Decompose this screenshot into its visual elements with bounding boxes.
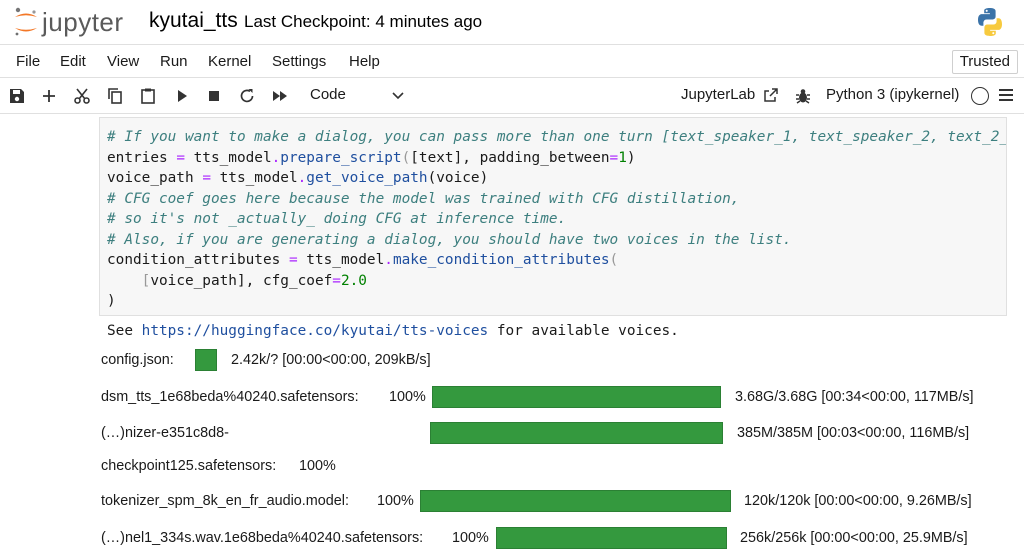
code-line-5: # so it's not _actually_ doing CFG at in… bbox=[107, 211, 567, 227]
code-line-7: condition_attributes = tts_model.make_co… bbox=[107, 252, 619, 268]
menu-run[interactable]: Run bbox=[160, 53, 188, 70]
download-label: config.json: bbox=[101, 352, 174, 368]
download-percent: 100% bbox=[377, 493, 414, 509]
stop-button[interactable] bbox=[203, 85, 225, 107]
external-link-icon[interactable] bbox=[763, 87, 779, 103]
download-percent: 100% bbox=[452, 530, 489, 546]
cut-icon bbox=[74, 88, 90, 104]
download-row-tokenizer-e351: (…)nizer-e351c8d8- 385M/385M [00:03<00:0… bbox=[101, 422, 1011, 446]
last-checkpoint: Last Checkpoint: 4 minutes ago bbox=[244, 12, 483, 31]
download-label: (…)nel1_334s.wav.1e68beda%40240.safetens… bbox=[101, 530, 424, 546]
stop-icon bbox=[209, 91, 219, 101]
download-progress-bar bbox=[195, 349, 217, 371]
notebook-toolbar: Code JupyterLab Python 3 (ipykernel) bbox=[0, 78, 1024, 114]
notebook-header: jupyter kyutai_tts Last Checkpoint: 4 mi… bbox=[0, 0, 1024, 44]
restart-icon bbox=[240, 89, 254, 103]
menu-help[interactable]: Help bbox=[349, 53, 380, 70]
download-stats: 256k/256k [00:00<00:00, 25.9MB/s] bbox=[740, 530, 968, 546]
run-icon bbox=[178, 90, 187, 102]
jupyter-logo[interactable]: jupyter bbox=[12, 4, 142, 40]
add-cell-button[interactable] bbox=[38, 85, 60, 107]
trusted-indicator[interactable]: Trusted bbox=[951, 50, 1018, 74]
restart-button[interactable] bbox=[236, 85, 258, 107]
kernel-idle-icon bbox=[971, 87, 989, 105]
see-suffix: for available voices. bbox=[488, 323, 679, 339]
see-prefix: See bbox=[107, 323, 142, 339]
code-line-1: # If you want to make a dialog, you can … bbox=[107, 129, 1006, 145]
menu-view[interactable]: View bbox=[107, 53, 139, 70]
logo-text: jupyter bbox=[42, 6, 124, 37]
cell-type-select[interactable]: Code bbox=[310, 86, 346, 103]
download-stats: 385M/385M [00:03<00:00, 116MB/s] bbox=[737, 425, 970, 441]
code-line-8: [voice_path], cfg_coef=2.0 bbox=[141, 272, 367, 289]
menu-settings[interactable]: Settings bbox=[272, 53, 326, 70]
paste-button[interactable] bbox=[137, 85, 159, 107]
code-cell-input[interactable]: # If you want to make a dialog, you can … bbox=[99, 117, 1007, 316]
download-label: checkpoint125.safetensors: bbox=[101, 458, 277, 474]
download-row-dsm-tts: dsm_tts_1e68beda%40240.safetensors: 100%… bbox=[101, 386, 1011, 410]
code-line-6: # Also, if you are generating a dialog, … bbox=[107, 231, 792, 248]
download-row-tokenizer-spm: tokenizer_spm_8k_en_fr_audio.model: 100%… bbox=[101, 490, 1011, 514]
download-progress-bar bbox=[432, 386, 721, 408]
fast-forward-icon bbox=[273, 91, 287, 101]
download-row-voice-wav: (…)nel1_334s.wav.1e68beda%40240.safetens… bbox=[101, 527, 1011, 551]
bug-icon[interactable] bbox=[794, 87, 812, 105]
download-label: dsm_tts_1e68beda%40240.safetensors: bbox=[101, 389, 359, 405]
download-stats: 120k/120k [00:00<00:00, 9.26MB/s] bbox=[744, 493, 972, 509]
download-progress-bar bbox=[420, 490, 731, 512]
chevron-down-icon[interactable] bbox=[391, 91, 405, 101]
code-line-3: voice_path = tts_model.get_voice_path(vo… bbox=[107, 170, 489, 186]
save-icon bbox=[10, 89, 24, 103]
download-progress-bar bbox=[496, 527, 727, 549]
notebook-title[interactable]: kyutai_tts bbox=[149, 9, 238, 33]
download-label: (…)nizer-e351c8d8- bbox=[101, 425, 229, 441]
download-stats: 3.68G/3.68G [00:34<00:00, 117MB/s] bbox=[735, 389, 974, 405]
download-stats: 2.42k/? [00:00<00:00, 209kB/s] bbox=[231, 352, 431, 368]
copy-button[interactable] bbox=[104, 85, 126, 107]
download-percent: 100% bbox=[299, 458, 336, 474]
download-row-config: config.json: 2.42k/? [00:00<00:00, 209kB… bbox=[101, 349, 1001, 373]
python-logo-icon bbox=[978, 8, 1002, 36]
download-row-checkpoint125: checkpoint125.safetensors: 100% bbox=[101, 455, 501, 479]
code-line-4: # CFG coef goes here because the model w… bbox=[107, 190, 740, 207]
kernel-name[interactable]: Python 3 (ipykernel) bbox=[826, 86, 959, 103]
menu-edit[interactable]: Edit bbox=[60, 53, 86, 70]
download-progress-bar bbox=[430, 422, 723, 444]
tts-voices-link[interactable]: https://huggingface.co/kyutai/tts-voices bbox=[142, 323, 489, 339]
code-line-2: entries = tts_model.prepare_script([text… bbox=[107, 149, 636, 166]
code-editor[interactable]: # If you want to make a dialog, you can … bbox=[107, 127, 1006, 312]
copy-icon bbox=[108, 88, 122, 104]
add-icon bbox=[43, 90, 55, 102]
run-button[interactable] bbox=[171, 85, 193, 107]
save-button[interactable] bbox=[6, 85, 28, 107]
restart-run-all-button[interactable] bbox=[269, 85, 291, 107]
menu-kernel[interactable]: Kernel bbox=[208, 53, 251, 70]
menu-icon[interactable] bbox=[998, 88, 1014, 102]
menu-file[interactable]: File bbox=[16, 53, 40, 70]
download-percent: 100% bbox=[389, 389, 426, 405]
cut-button[interactable] bbox=[71, 85, 93, 107]
paste-icon bbox=[141, 88, 155, 104]
code-line-9: ) bbox=[107, 293, 116, 309]
download-label: tokenizer_spm_8k_en_fr_audio.model: bbox=[101, 493, 349, 509]
jupyter-logo-icon bbox=[15, 7, 37, 36]
open-jupyterlab-link[interactable]: JupyterLab bbox=[681, 86, 755, 103]
output-voices-message: See https://huggingface.co/kyutai/tts-vo… bbox=[107, 323, 679, 339]
menu-bar: File Edit View Run Kernel Settings Help … bbox=[0, 44, 1024, 78]
